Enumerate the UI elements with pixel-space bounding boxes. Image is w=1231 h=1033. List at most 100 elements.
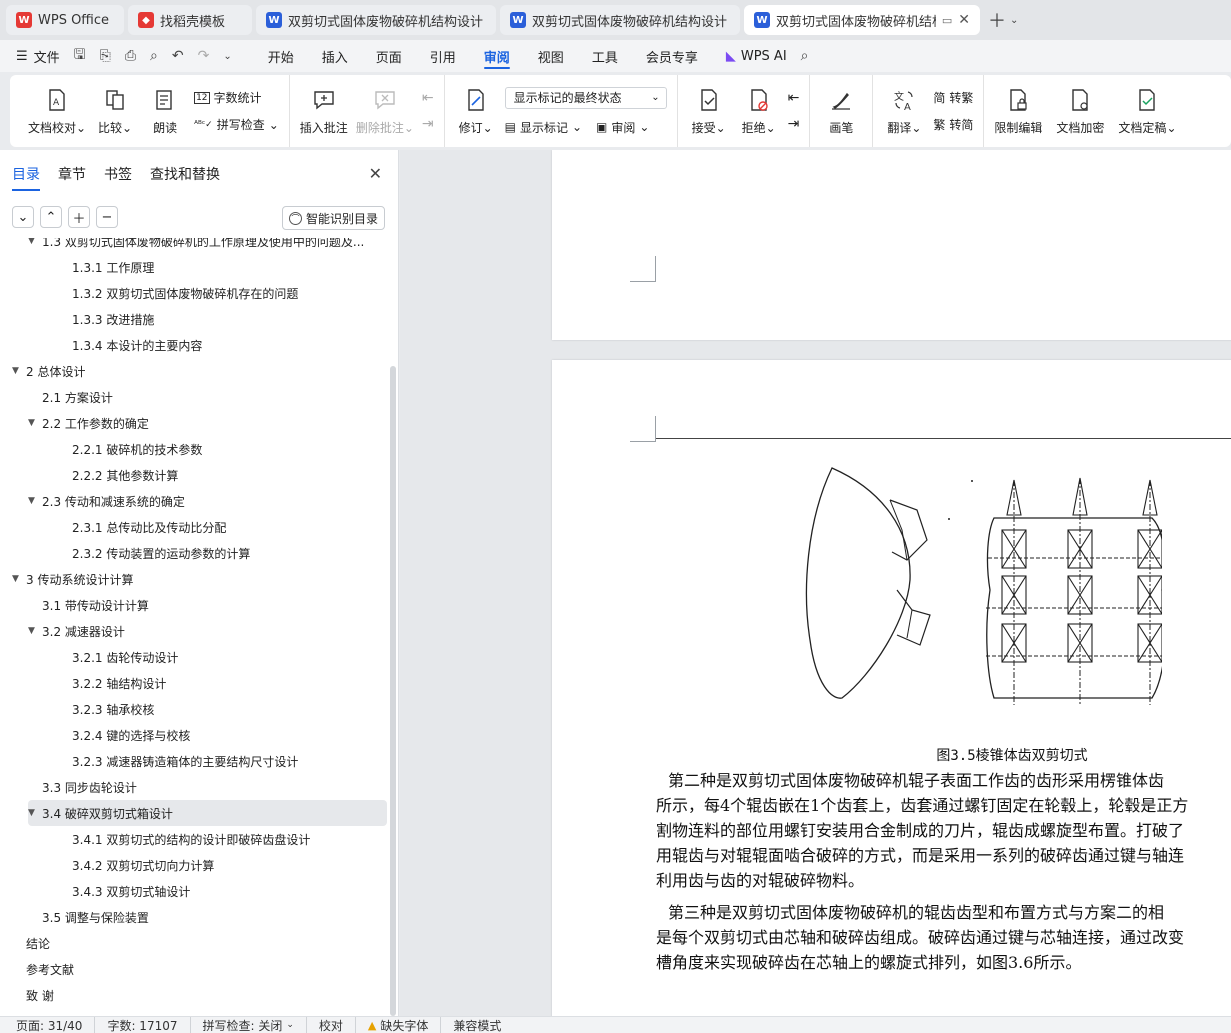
- wps-ai-button[interactable]: ◣ WPS AI: [712, 40, 801, 72]
- expand-all-button[interactable]: ⌄: [12, 206, 34, 228]
- toc-item[interactable]: ▼ 3 传动系统设计计算: [0, 566, 392, 592]
- chevron-down-icon[interactable]: ⌄: [223, 51, 231, 62]
- menu-tab-insert[interactable]: 插入: [308, 40, 362, 72]
- toc-item[interactable]: 3.4.3 双剪切式轴设计: [0, 878, 392, 904]
- menu-tab-member[interactable]: 会员专享: [632, 40, 712, 72]
- expand-caret-icon[interactable]: ▼: [12, 574, 26, 584]
- file-menu[interactable]: ☰ 文件: [16, 47, 60, 66]
- encrypt-button[interactable]: 文档加密: [1056, 87, 1104, 136]
- spell-check-indicator[interactable]: 拼写检查: 关闭 ⌄: [191, 1016, 307, 1033]
- add-heading-button[interactable]: ＋: [68, 206, 90, 228]
- undo-icon[interactable]: ↶: [172, 48, 184, 64]
- export-icon[interactable]: ⎘: [100, 48, 111, 64]
- toc-item[interactable]: 1.3.1 工作原理: [0, 254, 392, 280]
- expand-caret-icon[interactable]: ▼: [12, 366, 26, 376]
- word-count-button[interactable]: 12 字数统计: [194, 89, 279, 106]
- toc-item[interactable]: ▼ 3.4 破碎双剪切式箱设计: [28, 800, 387, 826]
- toc-item[interactable]: 3.4.2 双剪切式切向力计算: [0, 852, 392, 878]
- tab-wps-office[interactable]: W WPS Office: [6, 5, 124, 35]
- expand-caret-icon[interactable]: ▼: [28, 238, 42, 246]
- toc-item[interactable]: ▼ 1.3 双剪切式固体废物破碎机的工作原理及使用中的问题及...: [0, 238, 392, 254]
- menu-tab-references[interactable]: 引用: [416, 40, 470, 72]
- translate-button[interactable]: 文A 翻译⌄: [883, 87, 925, 136]
- smart-toc-button[interactable]: ⌒ 智能识别目录: [281, 206, 385, 230]
- toc-item[interactable]: 2.1 方案设计: [0, 384, 392, 410]
- reject-button[interactable]: 拒绝⌄: [738, 87, 780, 136]
- toc-item[interactable]: 3.5 调整与保险装置: [0, 904, 392, 930]
- nav-tab-find-replace[interactable]: 查找和替换: [150, 164, 220, 184]
- proofread-button[interactable]: A 文档校对⌄: [28, 87, 86, 136]
- chevron-down-icon[interactable]: ⌄: [1010, 15, 1018, 26]
- toc-item[interactable]: ▼ 3.2 减速器设计: [0, 618, 392, 644]
- expand-caret-icon[interactable]: ▼: [28, 626, 42, 636]
- read-aloud-button[interactable]: 朗读: [144, 87, 186, 136]
- tab-document-active[interactable]: W 双剪切式固体废物破碎机结构设 ▭ ✕: [744, 5, 980, 35]
- toc-scrollbar[interactable]: [390, 366, 396, 1016]
- finalize-button[interactable]: 文档定稿⌄: [1118, 87, 1177, 136]
- show-markup-button[interactable]: ▤ 显示标记 ⌄: [505, 119, 582, 136]
- proof-indicator[interactable]: 校对: [307, 1016, 356, 1033]
- nav-tab-toc[interactable]: 目录: [12, 164, 40, 191]
- pen-button[interactable]: 画笔: [820, 87, 862, 136]
- menu-tab-home[interactable]: 开始: [254, 40, 308, 72]
- menu-tab-page[interactable]: 页面: [362, 40, 416, 72]
- new-tab-button[interactable]: ＋ ⌄: [984, 7, 1022, 33]
- toc-item[interactable]: ▼ 2.3 传动和减速系统的确定: [0, 488, 392, 514]
- toc-item[interactable]: 3.4.1 双剪切式的结构的设计即破碎齿盘设计: [0, 826, 392, 852]
- toc-item[interactable]: 3.3 同步齿轮设计: [0, 774, 392, 800]
- toc-item[interactable]: 3.1 带传动设计计算: [0, 592, 392, 618]
- menu-tab-tools[interactable]: 工具: [578, 40, 632, 72]
- remove-heading-button[interactable]: −: [96, 206, 118, 228]
- toc-item[interactable]: 2.2.1 破碎机的技术参数: [0, 436, 392, 462]
- restrict-edit-button[interactable]: 限制编辑: [994, 87, 1042, 136]
- markup-state-select[interactable]: 显示标记的最终状态 ⌄: [504, 86, 667, 109]
- missing-font-indicator[interactable]: ▲ 缺失字体: [356, 1016, 442, 1033]
- toc-item[interactable]: 3.2.1 齿轮传动设计: [0, 644, 392, 670]
- word-count-indicator[interactable]: 字数: 17107: [95, 1016, 191, 1033]
- tab-docer-templates[interactable]: ◆ 找稻壳模板: [128, 5, 252, 35]
- toc-item[interactable]: 3.2.2 轴结构设计: [0, 670, 392, 696]
- compare-button[interactable]: 比较⌄: [94, 87, 136, 136]
- collapse-all-button[interactable]: ⌃: [40, 206, 62, 228]
- toc-item[interactable]: 结论: [0, 930, 392, 956]
- toc-item[interactable]: 2.2.2 其他参数计算: [0, 462, 392, 488]
- previous-comment-icon[interactable]: ⇤: [422, 90, 434, 106]
- nav-tab-chapters[interactable]: 章节: [58, 164, 86, 184]
- next-change-icon[interactable]: ⇥: [788, 116, 800, 132]
- menu-tab-view[interactable]: 视图: [524, 40, 578, 72]
- print-icon[interactable]: ⎙: [125, 48, 136, 64]
- redo-icon[interactable]: ↷: [198, 48, 210, 64]
- toc-item[interactable]: 1.3.3 改进措施: [0, 306, 392, 332]
- spell-check-button[interactable]: ᴬᴮᶜ✓ 拼写检查 ⌄: [194, 116, 279, 133]
- to-simplified-button[interactable]: 繁 转简: [933, 116, 973, 133]
- toc-item[interactable]: 3.2.4 键的选择与校核: [0, 722, 392, 748]
- toc-item[interactable]: 3.2.3 轴承校核: [0, 696, 392, 722]
- monitor-icon[interactable]: ▭: [942, 14, 952, 27]
- search-icon[interactable]: ⌕: [801, 48, 809, 64]
- insert-comment-button[interactable]: 插入批注: [300, 87, 348, 136]
- toc-item[interactable]: 致 谢: [0, 982, 392, 1008]
- next-comment-icon[interactable]: ⇥: [422, 116, 434, 132]
- print-preview-icon[interactable]: ⌕: [150, 48, 158, 64]
- tab-document-task[interactable]: W 双剪切式固体废物破碎机结构设计 任务: [256, 5, 496, 35]
- toc-item[interactable]: 2.3.1 总传动比及传动比分配: [0, 514, 392, 540]
- to-traditional-button[interactable]: 简 转繁: [933, 89, 973, 106]
- toc-item[interactable]: 参考文献: [0, 956, 392, 982]
- expand-caret-icon[interactable]: ▼: [28, 418, 42, 428]
- toc-item[interactable]: 1.3.4 本设计的主要内容: [0, 332, 392, 358]
- toc-item[interactable]: 1.3.2 双剪切式固体废物破碎机存在的问题: [0, 280, 392, 306]
- toc-item[interactable]: ▼ 2 总体设计: [0, 358, 392, 384]
- close-icon[interactable]: ✕: [369, 164, 382, 183]
- toc-item[interactable]: 3.2.3 减速器铸造箱体的主要结构尺寸设计: [0, 748, 392, 774]
- close-tab-icon[interactable]: ✕: [958, 12, 970, 28]
- expand-caret-icon[interactable]: ▼: [28, 808, 42, 818]
- toc-item[interactable]: ▼ 2.2 工作参数的确定: [0, 410, 392, 436]
- page-indicator[interactable]: 页面: 31/40: [16, 1016, 96, 1033]
- menu-tab-review[interactable]: 审阅: [470, 40, 524, 72]
- document-canvas[interactable]: 图3.5棱锥体齿双剪切式 第二种是双剪切式固体废物破碎机辊子表面工作齿的齿形采用…: [400, 150, 1231, 1016]
- track-changes-button[interactable]: 修订⌄: [455, 87, 497, 136]
- delete-comment-button[interactable]: 删除批注⌄: [356, 87, 414, 136]
- toc-item[interactable]: 2.3.2 传动装置的运动参数的计算: [0, 540, 392, 566]
- nav-tab-bookmarks[interactable]: 书签: [104, 164, 132, 184]
- expand-caret-icon[interactable]: ▼: [28, 496, 42, 506]
